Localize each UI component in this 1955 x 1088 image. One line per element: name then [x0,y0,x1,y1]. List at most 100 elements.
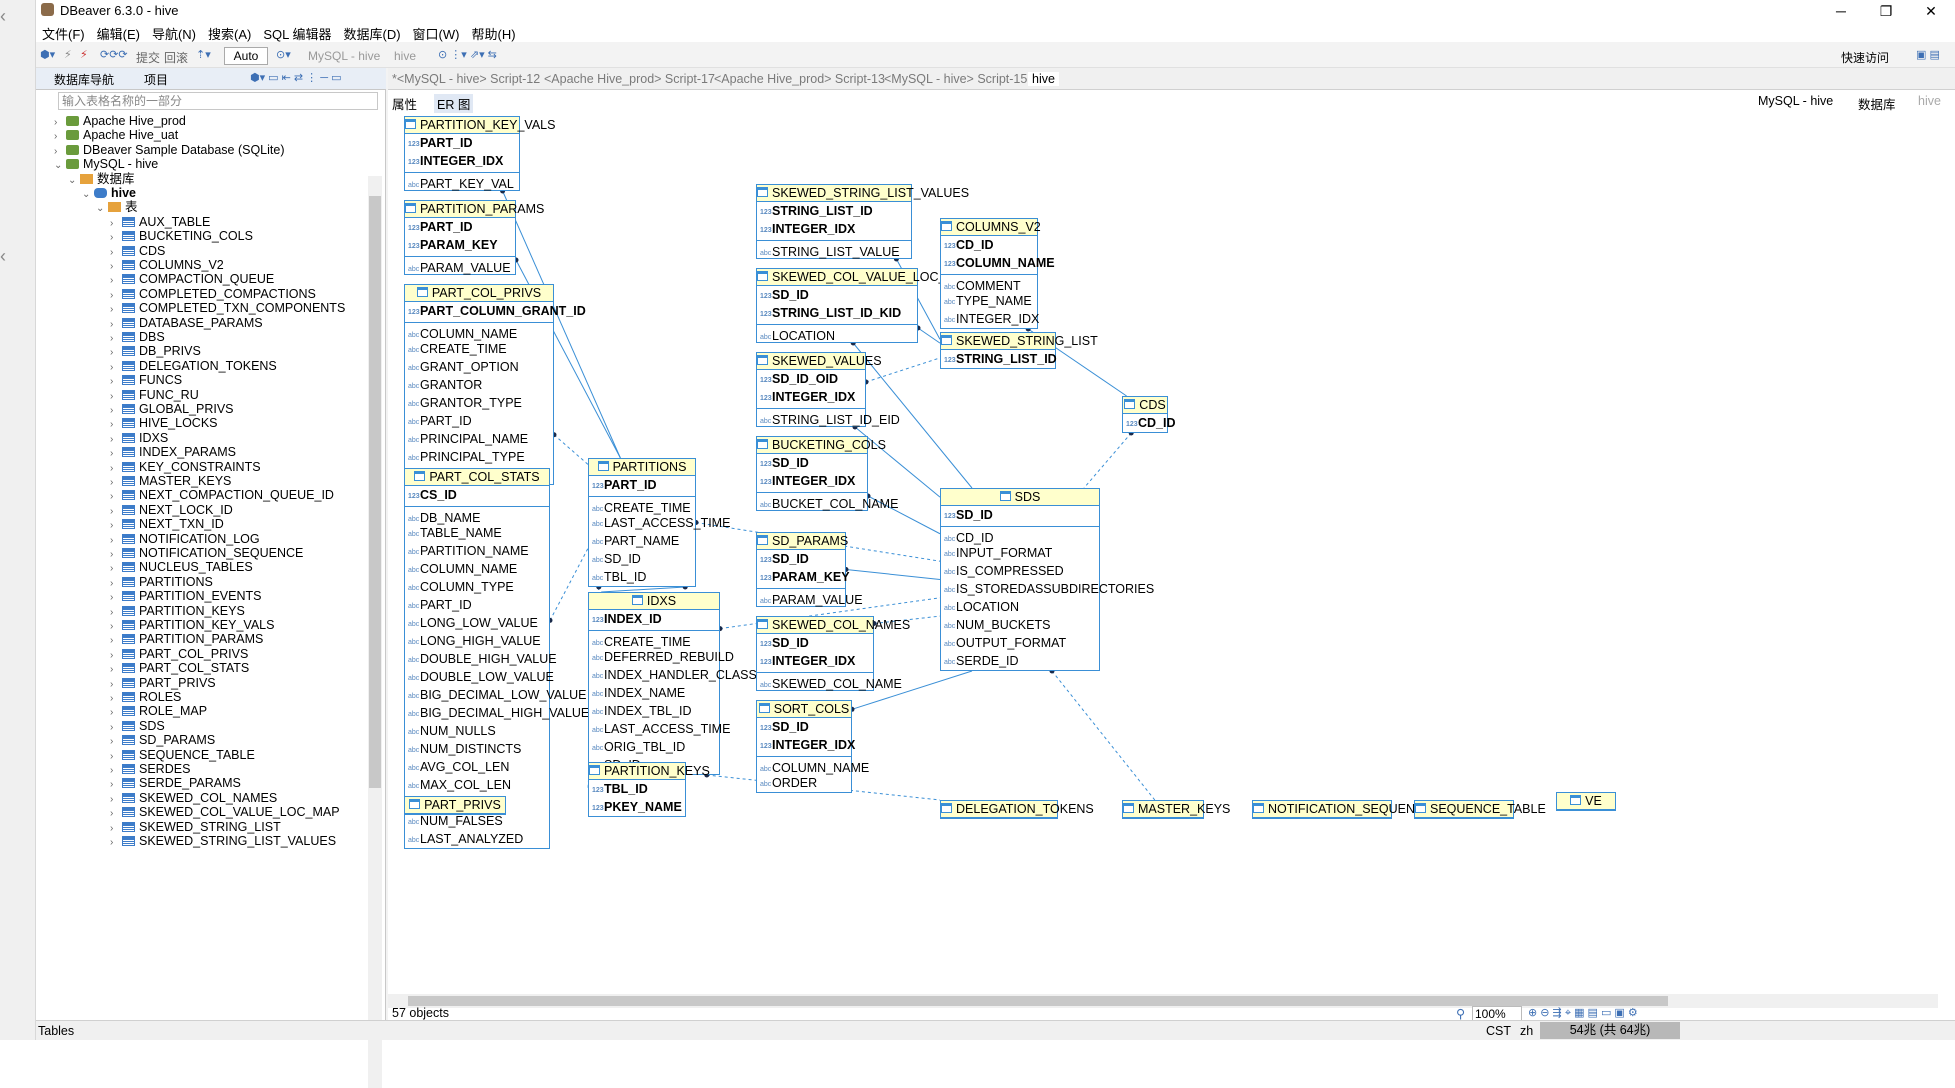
entity-skewed-col-names[interactable]: SKEWED_COL_NAMES 123SD_ID 123INTEGER_IDX ab… [756,616,910,691]
entity-column[interactable]: abcDEFERRED_REBUILD [589,648,734,666]
entity-column[interactable]: abcLAST_ACCESS_TIME [589,720,730,738]
tab-script-15[interactable]: <MySQL - hive> Script-15 [884,72,1027,86]
tree-table-item[interactable]: › SKEWED_STRING_LIST_VALUES [110,832,336,850]
entity-column[interactable]: abcTYPE_NAME [941,292,1037,310]
entity-column[interactable]: abcMAX_COL_LEN [405,776,549,794]
entity-skewed-col-value-loc-map[interactable]: SKEWED_COL_VALUE_LOC_MAP 123SD_ID 123STRIN… [756,268,973,343]
entity-partition-keys[interactable]: PARTITION_KEYS 123TBL_ID 123PKEY_NAME [588,762,710,817]
collapse-chevron-icon[interactable]: ⌄ [54,157,66,175]
tab-database-navigator[interactable]: 数据库导航 [54,71,114,88]
entity-key-column[interactable]: 123SD_ID [757,634,873,652]
entity-key-column[interactable]: 123INTEGER_IDX [757,220,911,238]
relationship-line[interactable] [549,548,589,621]
entity-key-column[interactable]: 123STRING_LIST_ID [757,202,911,220]
entity-key-column[interactable]: 123PART_ID [405,134,519,152]
breadcrumb-database[interactable]: 数据库 [1858,94,1896,113]
entity-key-column[interactable]: 123SD_ID [757,550,845,568]
navigator-scroll-thumb[interactable] [369,196,381,788]
new-connection-icon[interactable]: ⬢▾ [40,48,55,64]
entity-key-column[interactable]: 123INTEGER_IDX [757,388,865,406]
table-filter-input[interactable]: 输入表格名称的一部分 [58,92,378,110]
entity-delegation-tokens[interactable]: DELEGATION_TOKENS [940,800,1094,819]
entity-skewed-string-list-values[interactable]: SKEWED_STRING_LIST_VALUES 123STRING_LIST_… [756,184,969,259]
menu-file[interactable]: 文件(F) [36,22,91,43]
entity-column[interactable]: abcLONG_LOW_VALUE [405,614,549,632]
perspective-icon[interactable]: ▣ ▤ [1916,48,1940,64]
menu-edit[interactable]: 编辑(E) [91,22,146,43]
entity-key-column[interactable]: 123CS_ID [405,486,549,504]
entity-part-col-privs[interactable]: PART_COL_PRIVS 123PART_COLUMN_GRANT_ID abc… [404,284,586,485]
entity-column[interactable]: abcCOLUMN_NAME [405,560,549,578]
close-button[interactable]: ✕ [1908,0,1954,22]
entity-column[interactable]: abcBIG_DECIMAL_LOW_VALUE [405,686,587,704]
entity-column[interactable]: abcSD_ID [589,550,695,568]
entity-column[interactable]: abcINDEX_HANDLER_CLASS [589,666,757,684]
entity-column[interactable]: abcLOCATION [941,598,1099,616]
entity-column[interactable]: abcTBL_ID [589,568,695,586]
entity-skewed-values[interactable]: SKEWED_VALUES 123SD_ID_OID 123INTEGER_IDX a… [756,352,900,427]
refresh-icon[interactable]: ⟳⟳⟳ [100,48,128,64]
entity-idxs[interactable]: IDXS 123INDEX_ID abcCREATE_TIME abcDEFERRED… [588,592,757,775]
entity-partition-params[interactable]: PARTITION_PARAMS 123PART_ID 123PARAM_KEY ab… [404,200,544,275]
er-diagram-canvas[interactable]: PARTITION_KEY_VALS 123PART_ID 123INTEGER_I… [396,116,1926,994]
entity-column[interactable]: abcLAST_ANALYZED [405,830,549,848]
entity-key-column[interactable]: 123INTEGER_IDX [757,736,855,754]
entity-key-column[interactable]: 123SD_ID_OID [757,370,865,388]
tab-script-13[interactable]: <Apache Hive_prod> Script-13 [714,72,885,86]
entity-column[interactable]: abcCOLUMN_TYPE [405,578,549,596]
search-icon[interactable]: ⚲ [1456,1006,1465,1021]
entity-cds[interactable]: CDS 123CD_ID [1122,396,1176,433]
entity-column[interactable]: abcPART_ID [405,412,553,430]
auto-commit-toggle[interactable]: Auto [224,47,268,65]
entity-key-column[interactable]: 123INTEGER_IDX [757,652,873,670]
entity-key-column[interactable]: 123PART_ID [405,218,515,236]
entity-column[interactable]: abcCD_ID [941,526,1099,545]
entity-column[interactable]: abcNUM_NULLS [405,722,549,740]
minimize-button[interactable]: ─ [1818,0,1864,22]
entity-column[interactable]: abcPARAM_VALUE [405,256,515,275]
entity-column[interactable]: abcCOLUMN_NAME [757,756,869,775]
entity-master-keys[interactable]: MASTER_KEYS [1122,800,1230,819]
entity-key-column[interactable]: 123SD_ID [941,506,1099,524]
entity-column[interactable]: abcPART_KEY_VAL [405,172,519,191]
entity-key-column[interactable]: 123TBL_ID [589,780,685,798]
entity-column[interactable]: abcGRANTOR [405,376,553,394]
menu-help[interactable]: 帮助(H) [465,22,521,43]
maximize-button[interactable]: ❐ [1863,0,1909,22]
entity-key-column[interactable]: 123PARAM_KEY [757,568,850,586]
entity-column[interactable]: abcOUTPUT_FORMAT [941,634,1099,652]
relationship-line[interactable] [553,434,589,465]
entity-key-column[interactable]: 123SD_ID [757,454,867,472]
back-chevron-icon[interactable]: ‹ [0,6,20,27]
history-icon[interactable]: ⊙▾ [276,48,291,64]
breadcrumb-schema[interactable]: hive [1918,94,1941,108]
collapse-chevron-icon[interactable]: ⌄ [68,172,80,190]
tab-er-diagram[interactable]: ER 图 [434,94,474,113]
diagram-scroll-thumb[interactable] [408,996,1668,1006]
transaction-mode-icon[interactable]: ⇡▾ [196,48,211,64]
entity-skewed-string-list[interactable]: SKEWED_STRING_LIST 123STRING_LIST_ID [940,332,1098,369]
entity-key-column[interactable]: 123SD_ID [757,718,851,736]
entity-column[interactable]: abcORIG_TBL_ID [589,738,719,756]
rollback-button[interactable]: 回滚 [164,49,188,66]
relationship-line[interactable] [845,569,941,580]
entity-column[interactable]: abcPARTITION_NAME [405,542,549,560]
expand-chevron-icon[interactable]: › [110,834,122,852]
entity-key-column[interactable]: 123PARAM_KEY [405,236,515,254]
tab-properties[interactable]: 属性 [392,94,417,113]
entity-columns-v2[interactable]: COLUMNS_V2 123CD_ID 123COLUMN_NAME abcCOMME… [940,218,1055,329]
entity-column[interactable]: abcINTEGER_IDX [941,310,1039,328]
menu-search[interactable]: 搜索(A) [202,22,257,43]
entity-column[interactable]: abcSERDE_ID [941,652,1099,670]
entity-partitions[interactable]: PARTITIONS 123PART_ID abcCREATE_TIME abcLAS… [588,458,730,587]
entity-key-column[interactable]: 123CD_ID [1123,414,1176,432]
entity-key-column[interactable]: 123INDEX_ID [589,610,719,628]
collapse-chevron-icon[interactable]: ⌄ [96,200,108,218]
entity-column[interactable]: abcSKEWED_COL_NAME [757,672,902,691]
entity-column[interactable]: abcDOUBLE_HIGH_VALUE [405,650,557,668]
entity-column[interactable]: abcLAST_ACCESS_TIME [589,514,730,532]
entity-column[interactable]: abcLONG_HIGH_VALUE [405,632,549,650]
entity-column[interactable]: abcTABLE_NAME [405,524,549,542]
entity-column[interactable]: abcBIG_DECIMAL_HIGH_VALUE [405,704,589,722]
entity-column[interactable]: abcCREATE_TIME [589,630,719,649]
